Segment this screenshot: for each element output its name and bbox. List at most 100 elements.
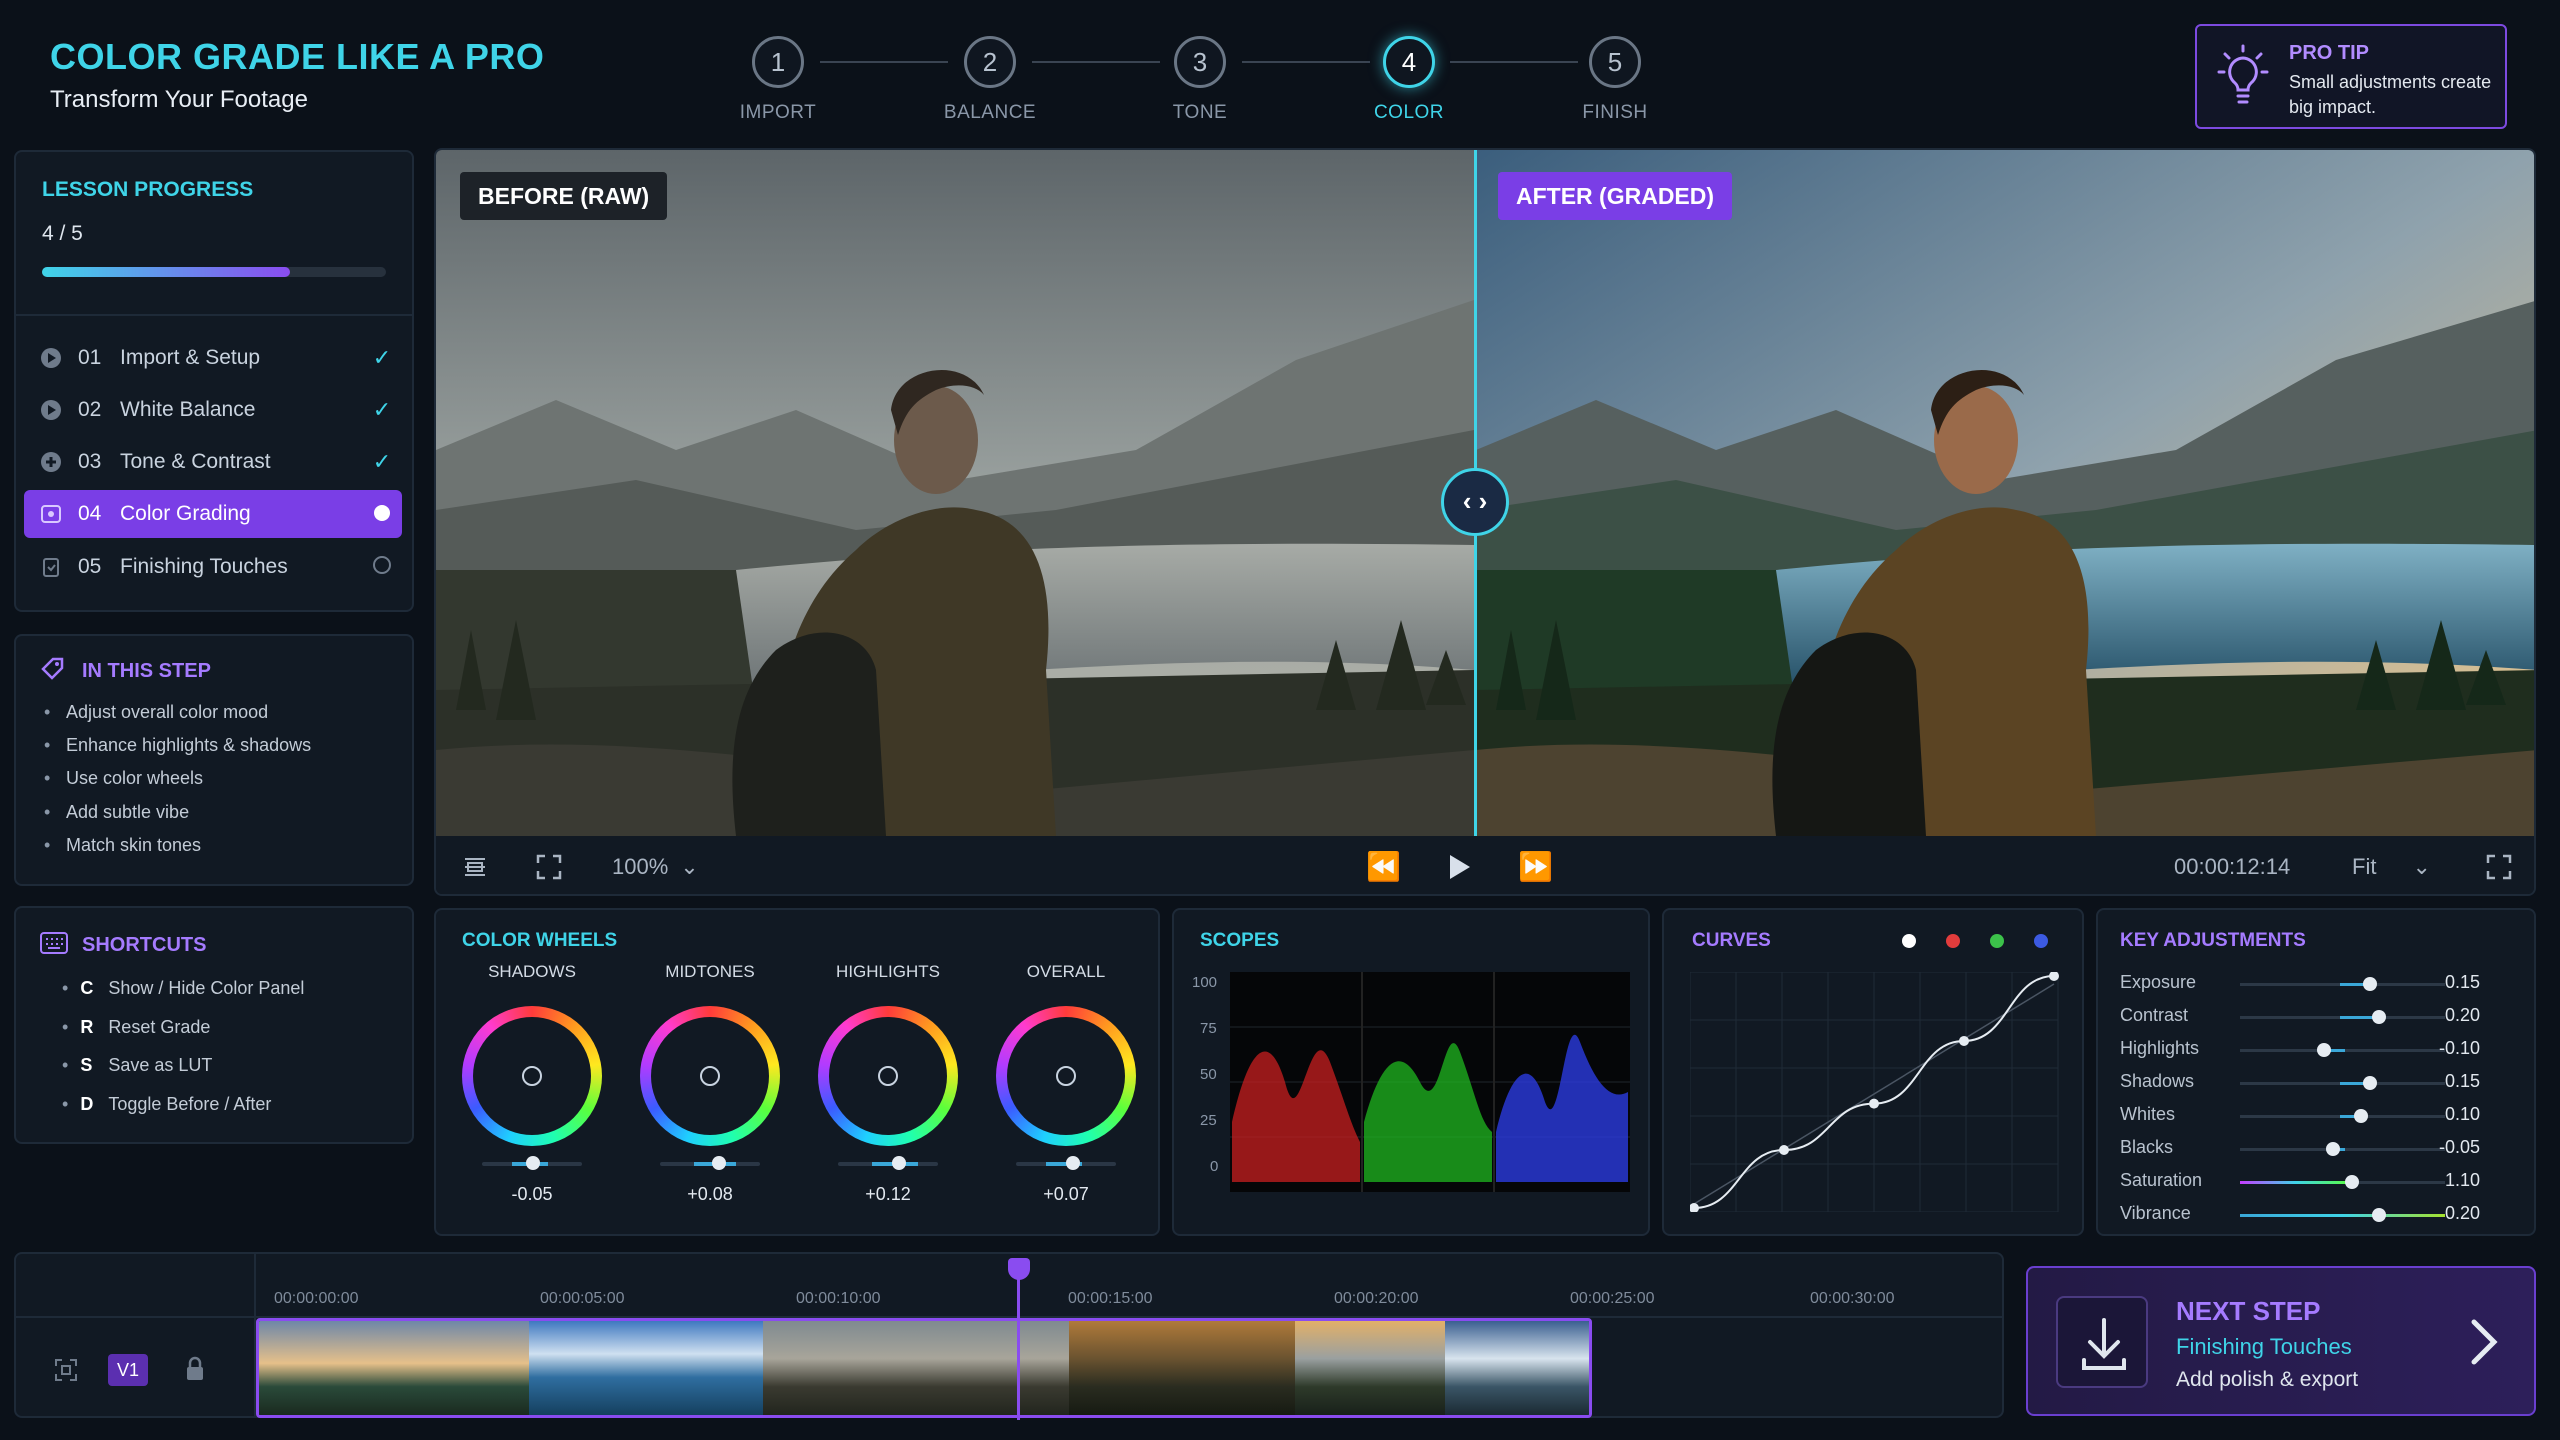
curve-channel-green[interactable]: [1990, 934, 2004, 948]
next-step-name: Finishing Touches: [2176, 1334, 2352, 1359]
playhead-handle[interactable]: [1008, 1258, 1030, 1280]
adjustment-row[interactable]: Exposure 0.15: [2120, 972, 2480, 1004]
step-finish[interactable]: 5 FINISH: [1555, 36, 1675, 124]
zoom-select[interactable]: 100% ⌄: [612, 854, 699, 880]
adjustment-knob[interactable]: [2353, 1109, 2368, 1123]
wheel-value: +0.08: [687, 1184, 733, 1204]
playhead[interactable]: [1017, 1258, 1020, 1420]
chevron-down-icon: ⌄: [2412, 854, 2431, 879]
fit-frame-icon[interactable]: [536, 854, 562, 880]
lesson-item-finishing[interactable]: 05 Finishing Touches: [24, 543, 402, 591]
plus-circle-icon: [41, 452, 61, 472]
adjustment-row[interactable]: Vibrance 0.20: [2120, 1203, 2480, 1235]
adjustment-knob[interactable]: [2317, 1043, 2332, 1057]
adjustment-knob[interactable]: [2326, 1142, 2341, 1156]
step-tone[interactable]: 3 TONE: [1140, 36, 1260, 124]
shadows-wheel[interactable]: [462, 1006, 602, 1146]
adjustment-row[interactable]: Highlights -0.10: [2120, 1038, 2480, 1070]
highlights-wheel[interactable]: [818, 1006, 958, 1146]
fullscreen-icon[interactable]: [2486, 854, 2512, 880]
lesson-panel: LESSON PROGRESS 4 / 5 01 Import & Setup ✓ …: [14, 150, 414, 612]
curve-point[interactable]: [1779, 1145, 1789, 1155]
shortcut-item: • C Show / Hide Color Panel: [62, 978, 305, 998]
adjustment-value: -0.10: [2438, 1038, 2480, 1058]
step-balance[interactable]: 2 BALANCE: [930, 36, 1050, 124]
curve-point[interactable]: [1690, 1203, 1699, 1212]
adjustment-value: 0.20: [2444, 1005, 2480, 1025]
timecode-tick: 00:00:30:00: [1810, 1290, 1895, 1307]
adjustment-name: Contrast: [2120, 1005, 2189, 1025]
timecode-tick: 00:00:15:00: [1068, 1290, 1153, 1307]
curve-channel-red[interactable]: [1946, 934, 1960, 948]
midtones-wheel[interactable]: [640, 1006, 780, 1146]
video-clip[interactable]: [256, 1318, 1592, 1418]
snap-icon[interactable]: [54, 1358, 78, 1382]
play-icon[interactable]: [1446, 852, 1472, 882]
adjustment-row[interactable]: Blacks -0.05: [2120, 1137, 2480, 1169]
check-icon: ✓: [372, 449, 392, 474]
adjustment-knob[interactable]: [2363, 977, 2378, 991]
adjustment-row[interactable]: Whites 0.10: [2120, 1104, 2480, 1136]
lesson-item-white-balance[interactable]: 02 White Balance ✓: [24, 386, 402, 434]
overall-wheel[interactable]: [996, 1006, 1136, 1146]
next-step-title: NEXT STEP: [2176, 1296, 2321, 1326]
curves-panel: CURVES: [1662, 908, 2084, 1236]
step-bullet: Enhance highlights & shadows: [44, 735, 311, 756]
curves-graph[interactable]: [1690, 972, 2060, 1212]
adjustment-knob[interactable]: [2344, 1175, 2359, 1189]
play-circle-icon: [41, 348, 61, 368]
split-handle-icon[interactable]: ‹ ›: [1441, 468, 1509, 536]
curve-point[interactable]: [1959, 1035, 1969, 1046]
adjustment-value: 0.15: [2444, 972, 2480, 992]
overall-slider[interactable]: [1016, 1156, 1116, 1170]
fast-forward-icon[interactable]: ⏩: [1518, 850, 1553, 883]
track-v1-label[interactable]: V1: [108, 1354, 148, 1386]
adjustment-name: Exposure: [2120, 972, 2197, 992]
lesson-item-import[interactable]: 01 Import & Setup ✓: [24, 334, 402, 382]
progress-bar: [42, 267, 386, 277]
adjustment-row[interactable]: Contrast 0.20: [2120, 1005, 2480, 1037]
lightbulb-icon: [2217, 44, 2269, 104]
pro-tip-text: Small adjustments create big impact.: [2289, 72, 2492, 117]
viewer-panel: ‹ › BEFORE (RAW) AFTER (GRADED) 100% ⌄ ⏪ …: [434, 148, 2536, 896]
color-wheels-panel: COLOR WHEELS SHADOWS MIDTONES HIGHLIGHTS…: [434, 908, 1160, 1236]
compare-icon[interactable]: [462, 854, 488, 880]
brand: COLOR GRADE LIKE A PRO Transform Your Fo…: [50, 36, 544, 114]
adjustment-row[interactable]: Saturation 1.10: [2120, 1170, 2480, 1202]
step-bullet: Match skin tones: [44, 835, 201, 856]
chevron-right-icon: [2471, 1319, 2498, 1365]
wheel-value: +0.12: [865, 1184, 911, 1204]
scope-tick: 100: [1192, 974, 1218, 991]
adjustment-knob[interactable]: [2372, 1208, 2387, 1222]
adjustment-knob[interactable]: [2372, 1010, 2387, 1024]
pro-tip-title: PRO TIP: [2289, 42, 2370, 64]
clip-thumbnail: [1295, 1321, 1445, 1415]
fit-select[interactable]: Fit ⌄: [2352, 854, 2431, 880]
curve-channel-master[interactable]: [1902, 934, 1916, 948]
timecode-tick: 00:00:10:00: [796, 1290, 881, 1307]
step-import[interactable]: 1 IMPORT: [718, 36, 838, 124]
step-color[interactable]: 4 COLOR: [1349, 36, 1469, 124]
lesson-item-tone-contrast[interactable]: 03 Tone & Contrast ✓: [24, 438, 402, 486]
scope-tick: 25: [1200, 1112, 1217, 1129]
wheel-value: +0.07: [1043, 1184, 1089, 1204]
shadows-slider[interactable]: [482, 1156, 582, 1170]
play-circle-icon: [41, 400, 61, 420]
curve-point[interactable]: [1869, 1098, 1879, 1109]
midtones-slider[interactable]: [660, 1156, 760, 1170]
adjustment-name: Vibrance: [2120, 1203, 2191, 1223]
lock-icon[interactable]: [184, 1356, 206, 1382]
after-label: AFTER (GRADED): [1498, 172, 1733, 220]
key-adjustments-title: KEY ADJUSTMENTS: [2120, 930, 2306, 951]
clip-thumbnail: [259, 1321, 529, 1415]
clip-thumbnail: [1069, 1321, 1295, 1415]
app-title: COLOR GRADE LIKE A PRO: [50, 36, 545, 77]
rewind-icon[interactable]: ⏪: [1366, 850, 1401, 883]
shortcuts-title: SHORTCUTS: [82, 934, 207, 956]
next-step-button[interactable]: NEXT STEP Finishing Touches Add polish &…: [2026, 1266, 2536, 1416]
adjustment-knob[interactable]: [2363, 1076, 2378, 1090]
adjustment-row[interactable]: Shadows 0.15: [2120, 1071, 2480, 1103]
lesson-item-color-grading[interactable]: 04 Color Grading: [24, 490, 402, 538]
curve-channel-blue[interactable]: [2034, 934, 2048, 948]
highlights-slider[interactable]: [838, 1156, 938, 1170]
